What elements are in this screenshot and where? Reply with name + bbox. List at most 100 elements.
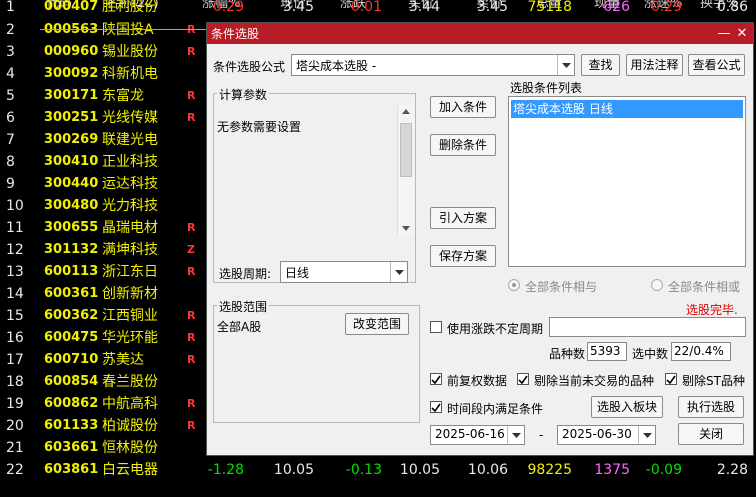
radio-or[interactable] [651, 279, 663, 291]
row-index: 4 [6, 66, 15, 82]
row-index: 18 [6, 374, 24, 390]
params-text: 无参数需要设置 [217, 120, 302, 134]
close-icon[interactable]: ✕ [733, 23, 751, 44]
delete-condition-button[interactable]: 删除条件 [430, 134, 496, 156]
stock-name: 苏美达 [102, 352, 144, 368]
margin-flag-badge: R [187, 331, 196, 344]
row-index: 3 [6, 44, 15, 60]
row-index: 1 [6, 0, 15, 15]
chevron-down-icon[interactable] [638, 426, 655, 444]
chevron-down-icon[interactable] [557, 55, 574, 75]
status-text: 选股完毕. [686, 303, 738, 317]
usage-note-button[interactable]: 用法注释 [626, 54, 683, 76]
stock-name: 白云电器 [102, 462, 158, 478]
exclude-st-checkbox[interactable] [665, 373, 677, 385]
stock-name: 陕国投A [102, 22, 154, 38]
exclude-untraded-checkbox[interactable] [517, 373, 529, 385]
stock-code: 603661 [44, 440, 99, 455]
formula-value: 塔尖成本选股 - [296, 59, 377, 73]
view-formula-button[interactable]: 查看公式 [688, 54, 745, 76]
row-index: 19 [6, 396, 24, 412]
dialog-title-bar[interactable]: 条件选股 — ✕ [207, 23, 753, 44]
stock-code: 300440 [44, 176, 99, 191]
quote-cell: 0.86 [716, 0, 748, 15]
row-index: 14 [6, 286, 24, 302]
stock-code: 300092 [44, 66, 99, 81]
quote-cell: 10.05 [399, 462, 440, 478]
scope-title: 选股范围 [217, 298, 270, 315]
stock-code: 300251 [44, 110, 99, 125]
scroll-thumb[interactable] [400, 123, 412, 177]
chevron-down-icon[interactable] [507, 426, 524, 444]
row-index: 16 [6, 330, 24, 346]
scroll-down-icon[interactable] [402, 226, 410, 231]
formula-label: 条件选股公式 [213, 60, 286, 74]
stock-code: 603861 [44, 462, 99, 477]
prefq-checkbox[interactable] [430, 373, 442, 385]
radio-or-label[interactable]: 全部条件相或 [668, 278, 740, 295]
date-to-value: 2025-06-30 [562, 427, 632, 441]
stock-name: 科新机电 [102, 66, 158, 82]
period-condition-label: 时间段内满足条件 [447, 402, 544, 416]
margin-flag-badge: R [187, 419, 196, 432]
uncertain-period-input[interactable] [549, 317, 746, 337]
stock-name: 春兰股份 [102, 374, 158, 390]
add-condition-button[interactable]: 加入条件 [430, 96, 496, 118]
change-scope-button[interactable]: 改变范围 [345, 313, 409, 335]
margin-flag-badge: Z [187, 243, 195, 256]
close-button[interactable]: 关闭 [678, 423, 744, 445]
radio-and-label[interactable]: 全部条件相与 [525, 278, 597, 295]
quote-cell: 626 [603, 0, 630, 15]
minimize-icon[interactable]: — [715, 23, 733, 44]
stock-code: 600475 [44, 330, 99, 345]
exclude-st-label: 剔除ST品种 [682, 374, 745, 388]
save-scheme-button[interactable]: 保存方案 [430, 245, 496, 267]
stock-name: 中航高科 [102, 396, 158, 412]
check-icon [666, 375, 676, 385]
period-label: 选股周期: [219, 267, 272, 281]
table-row[interactable]: 1 000407 胜利股份 0.29 3.45 0.01 3.44 3.45 75118 626 0… [0, 0, 756, 18]
date-separator: - [539, 428, 544, 442]
date-from-value: 2025-06-16 [435, 427, 505, 441]
row-index: 9 [6, 176, 15, 192]
stock-name: 东富龙 [102, 88, 144, 104]
uncertain-period-checkbox[interactable] [430, 321, 442, 333]
prefq-label: 前复权数据 [447, 374, 508, 388]
formula-select[interactable]: 塔尖成本选股 - [291, 54, 575, 76]
margin-flag-badge: R [187, 45, 196, 58]
period-select[interactable]: 日线 [280, 261, 408, 283]
add-to-block-button[interactable]: 选股入板块 [591, 396, 663, 418]
stock-code: 300655 [44, 220, 99, 235]
chevron-down-icon[interactable] [390, 262, 407, 282]
period-value: 日线 [285, 266, 310, 280]
margin-flag-badge: R [187, 265, 196, 278]
hit-value: 22/0.4% [674, 344, 724, 358]
quote-cell: 2.28 [716, 462, 748, 478]
condition-list[interactable]: 塔尖成本选股 日线 [508, 96, 746, 267]
date-from-picker[interactable]: 2025-06-16 [430, 425, 525, 445]
row-index: 20 [6, 418, 24, 434]
scroll-up-icon[interactable] [402, 109, 410, 114]
row-index: 2 [6, 22, 15, 38]
date-to-picker[interactable]: 2025-06-30 [557, 425, 656, 445]
period-condition-checkbox[interactable] [430, 401, 442, 413]
quote-cell: 0.29 [212, 0, 244, 15]
row-index: 11 [6, 220, 24, 236]
stock-name: 恒林股份 [102, 440, 158, 456]
run-screen-button[interactable]: 执行选股 [678, 396, 744, 418]
condition-list-item[interactable]: 塔尖成本选股 日线 [511, 100, 743, 118]
stock-code: 600361 [44, 286, 99, 301]
find-button[interactable]: 查找 [581, 54, 620, 76]
check-icon [518, 375, 528, 385]
quote-cell: 3.45 [476, 0, 508, 15]
row-index: 15 [6, 308, 24, 324]
table-row[interactable]: 22 603861 白云电器 -1.28 10.05 -0.13 10.05 10.06 982… [0, 459, 756, 481]
stock-code: 300480 [44, 198, 99, 213]
params-scrollbar[interactable] [397, 105, 414, 235]
radio-and[interactable] [508, 279, 520, 291]
stock-name: 锡业股份 [102, 44, 158, 60]
import-scheme-button[interactable]: 引入方案 [430, 207, 496, 229]
selected-row-underline [40, 29, 206, 30]
margin-flag-badge: R [187, 397, 196, 410]
row-index: 7 [6, 132, 15, 148]
